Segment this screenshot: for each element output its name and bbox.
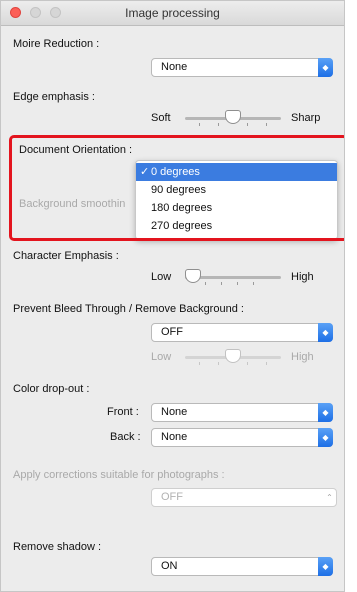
remove-shadow-label: Remove shadow : xyxy=(13,541,102,553)
edge-emphasis-thumb[interactable] xyxy=(225,110,241,124)
remove-shadow-value: ON xyxy=(161,560,178,572)
edge-sharp-label: Sharp xyxy=(291,112,321,124)
bleed-high-label: High xyxy=(291,351,314,363)
prevent-bleed-through-label: Prevent Bleed Through / Remove Backgroun… xyxy=(13,303,244,315)
moire-reduction-label: Moire Reduction : xyxy=(13,38,100,50)
bleed-level-thumb[interactable] xyxy=(225,349,241,363)
front-dropout-value: None xyxy=(161,406,188,418)
slider-tick xyxy=(253,282,254,285)
character-high-label: High xyxy=(291,271,314,283)
updown-chevron-icon: ⌃ xyxy=(326,493,333,502)
photo-corrections-value: OFF xyxy=(161,491,183,503)
photo-corrections-select[interactable]: OFF ⌃ xyxy=(151,488,337,507)
bleed-level-slider[interactable] xyxy=(185,348,281,368)
color-dropout-label: Color drop-out : xyxy=(13,383,90,395)
slider-tick xyxy=(247,362,248,365)
updown-chevron-icon: ◆ xyxy=(318,58,333,77)
edge-soft-label: Soft xyxy=(151,112,171,124)
title-bar: Image processing xyxy=(1,1,344,26)
photo-corrections-label: Apply corrections suitable for photograp… xyxy=(13,469,225,481)
character-low-label: Low xyxy=(151,271,172,283)
document-orientation-highlight xyxy=(9,135,344,241)
updown-chevron-icon: ◆ xyxy=(318,428,333,447)
back-label: Back : xyxy=(110,431,141,443)
front-dropout-select[interactable]: None ◆ xyxy=(151,403,333,422)
updown-chevron-icon: ◆ xyxy=(318,323,333,342)
character-emphasis-slider[interactable] xyxy=(185,268,281,288)
moire-reduction-value: None xyxy=(161,61,188,73)
slider-tick xyxy=(199,123,200,126)
slider-tick xyxy=(218,362,219,365)
front-label: Front : xyxy=(107,406,139,418)
updown-chevron-icon: ◆ xyxy=(318,403,333,422)
slider-tick xyxy=(199,362,200,365)
bleed-low-label: Low xyxy=(151,351,172,363)
remove-shadow-select[interactable]: ON ◆ xyxy=(151,557,333,576)
slider-tick xyxy=(205,282,206,285)
slider-tick xyxy=(247,123,248,126)
edge-emphasis-slider[interactable] xyxy=(185,109,281,129)
back-dropout-select[interactable]: None ◆ xyxy=(151,428,333,447)
moire-reduction-select[interactable]: None ◆ xyxy=(151,58,333,77)
slider-tick xyxy=(221,282,222,285)
slider-tick xyxy=(266,362,267,365)
character-emphasis-thumb[interactable] xyxy=(185,269,201,283)
character-emphasis-label: Character Emphasis : xyxy=(13,250,119,262)
image-processing-window: Image processing Moire Reduction : None … xyxy=(0,0,345,592)
prevent-bleed-through-value: OFF xyxy=(161,326,183,338)
window-title: Image processing xyxy=(125,6,220,20)
updown-chevron-icon: ◆ xyxy=(318,557,333,576)
slider-tick xyxy=(218,123,219,126)
edge-emphasis-label: Edge emphasis : xyxy=(13,91,95,103)
back-dropout-value: None xyxy=(161,431,188,443)
slider-tick xyxy=(266,123,267,126)
slider-tick xyxy=(237,282,238,285)
prevent-bleed-through-select[interactable]: OFF ◆ xyxy=(151,323,333,342)
